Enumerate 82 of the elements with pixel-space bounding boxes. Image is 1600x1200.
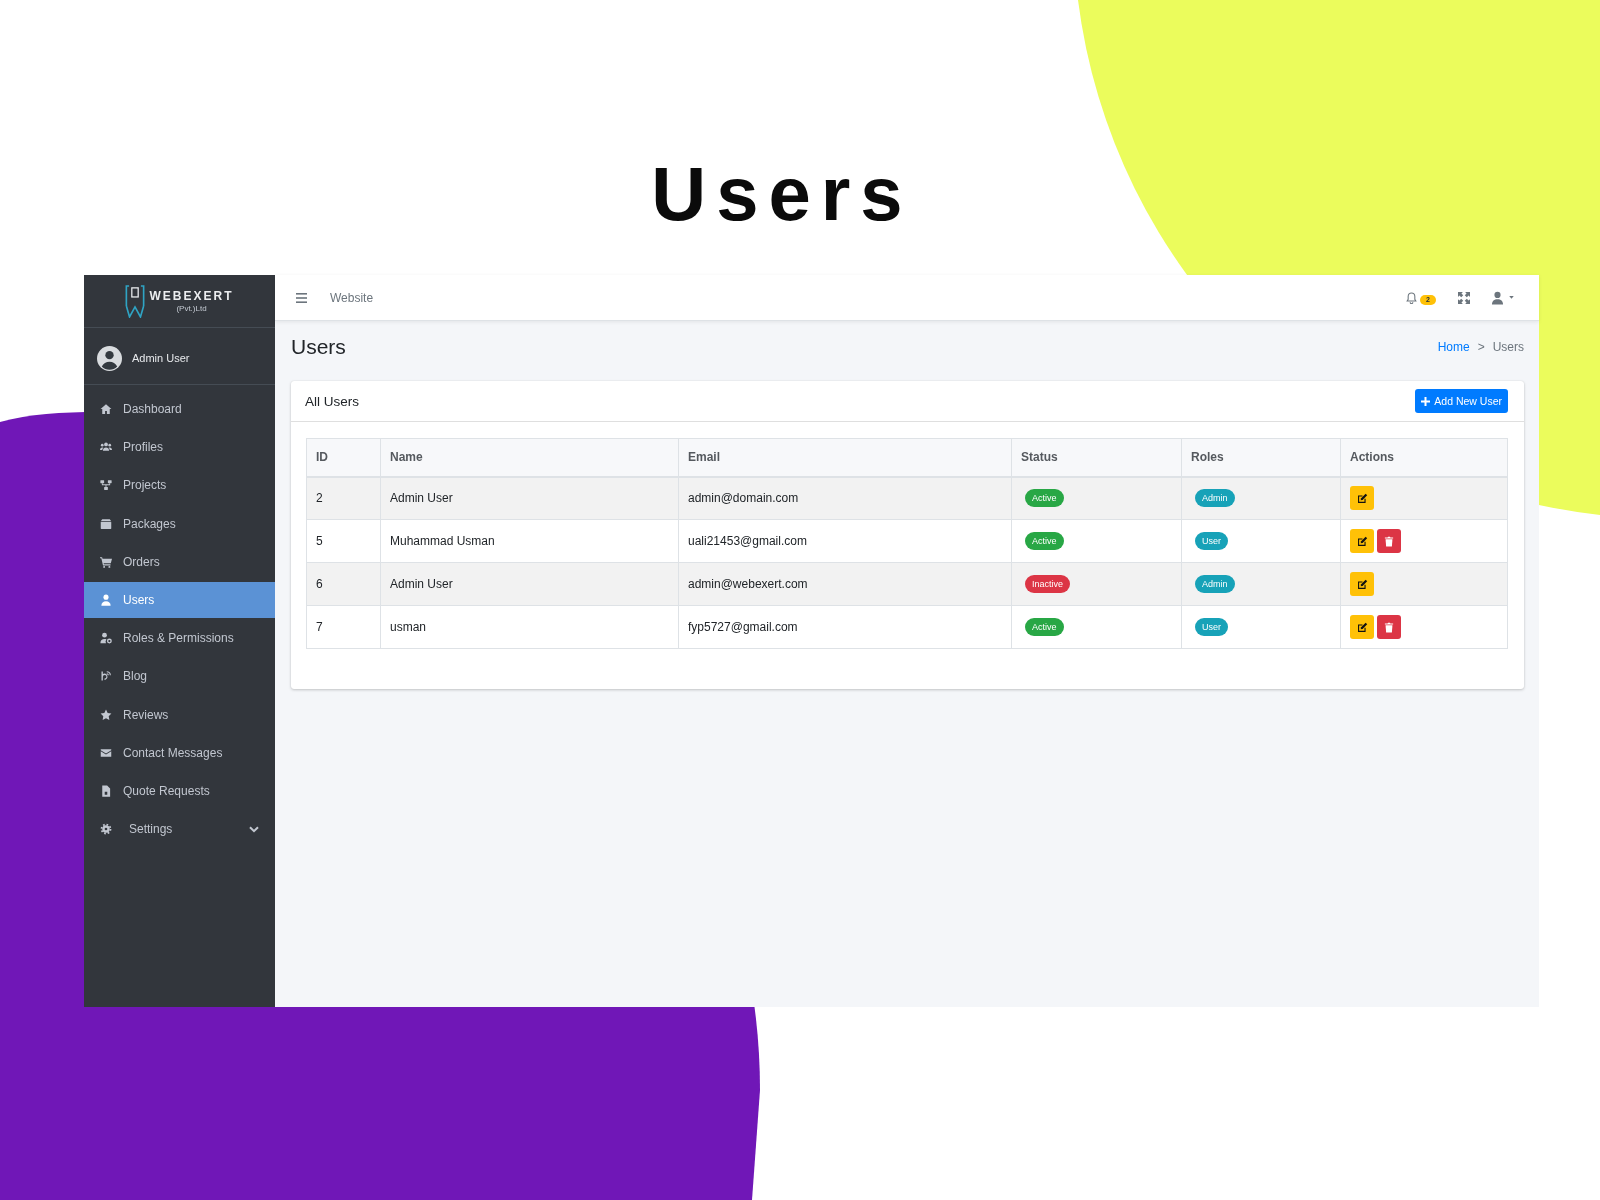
delete-button[interactable]: [1377, 615, 1401, 639]
logo-icon: [125, 284, 146, 318]
star-icon: [100, 708, 112, 721]
sidebar-item[interactable]: Blog: [84, 658, 275, 695]
brand-name: WEBEXERT: [149, 289, 234, 303]
edit-icon: [1356, 578, 1368, 590]
breadcrumb-separator: >: [1477, 340, 1485, 354]
sidebar-item[interactable]: Packages: [84, 505, 275, 542]
edit-button[interactable]: [1350, 486, 1374, 511]
people-icon: [100, 441, 112, 454]
edit-button[interactable]: [1350, 529, 1374, 553]
page-title: Users: [651, 156, 913, 232]
chevron-down-icon: [249, 825, 259, 833]
edit-icon: [1356, 492, 1368, 504]
person-gear-icon: [100, 632, 112, 645]
role-badge: User: [1195, 532, 1228, 550]
content-title: Users: [291, 335, 346, 359]
person-icon: [100, 593, 112, 606]
table-cell: Admin User: [380, 562, 679, 606]
trash-icon: [1384, 535, 1394, 547]
column-header: Name: [380, 438, 679, 477]
column-header: Actions: [1340, 438, 1508, 477]
rss-icon: [100, 670, 112, 683]
settings-icon: [100, 823, 112, 836]
sidebar-item[interactable]: Contact Messages: [84, 734, 275, 771]
table-cell: usman: [380, 605, 679, 649]
bell-icon[interactable]: [1406, 291, 1417, 304]
brand-tagline: (Pvt.)Ltd: [176, 304, 207, 313]
sidebar-item[interactable]: Settings: [84, 811, 275, 848]
breadcrumb-link[interactable]: Home: [1437, 340, 1470, 354]
menu-icon[interactable]: [296, 292, 307, 303]
edit-button[interactable]: [1350, 615, 1374, 639]
edit-icon: [1356, 621, 1368, 633]
status-badge: Active: [1025, 489, 1064, 508]
column-header: Roles: [1181, 438, 1341, 477]
sidebar-item[interactable]: Profiles: [84, 429, 275, 466]
add-user-button[interactable]: Add New User: [1415, 389, 1508, 413]
role-badge: User: [1195, 618, 1228, 636]
status-badge: Active: [1025, 618, 1064, 636]
sidebar-item[interactable]: Orders: [84, 543, 275, 580]
breadcrumb-current: Users: [1492, 340, 1524, 354]
table-cell: 2: [306, 476, 381, 520]
table-cell: 6: [306, 562, 381, 606]
table-cell: admin@domain.com: [678, 476, 1012, 520]
column-header: Status: [1011, 438, 1182, 477]
plus-icon: [1421, 396, 1431, 406]
sidebar-item[interactable]: Reviews: [84, 696, 275, 733]
table-cell: 7: [306, 605, 381, 649]
expand-icon[interactable]: [1458, 291, 1470, 304]
sidebar-item[interactable]: Projects: [84, 467, 275, 504]
edit-button[interactable]: [1350, 572, 1374, 596]
sidebar-item[interactable]: Quote Requests: [84, 772, 275, 809]
table-cell: uali21453@gmail.com: [678, 519, 1012, 563]
delete-button[interactable]: [1377, 529, 1401, 553]
role-badge: Admin: [1195, 575, 1235, 593]
table-cell: fyp5727@gmail.com: [678, 605, 1012, 649]
edit-icon: [1356, 535, 1368, 547]
cart-icon: [100, 555, 112, 568]
table-cell: Muhammad Usman: [380, 519, 679, 563]
sidebar-item[interactable]: Dashboard: [84, 391, 275, 427]
person-icon: [1491, 290, 1504, 305]
avatar-icon: [97, 345, 122, 371]
role-badge: Admin: [1195, 489, 1235, 508]
box-icon: [100, 517, 112, 530]
table-cell: admin@webexert.com: [678, 562, 1012, 606]
website-link[interactable]: Website: [330, 290, 374, 305]
home-icon: [100, 403, 112, 415]
card-title: All Users: [305, 393, 359, 409]
user-menu-button[interactable]: [1491, 290, 1514, 305]
envelope-icon: [100, 746, 112, 759]
document-icon: [100, 784, 112, 797]
status-badge: Inactive: [1025, 575, 1071, 593]
table-cell: 5: [306, 519, 381, 563]
column-header: Email: [678, 438, 1012, 477]
status-badge: Active: [1025, 532, 1064, 550]
trash-icon: [1384, 621, 1394, 633]
network-icon: [100, 479, 112, 492]
table-cell: Admin User: [380, 476, 679, 520]
caret-icon: [1509, 296, 1514, 299]
user-name: Admin User: [132, 352, 190, 364]
sidebar-item[interactable]: Roles & Permissions: [84, 620, 275, 657]
column-header: ID: [306, 438, 381, 477]
